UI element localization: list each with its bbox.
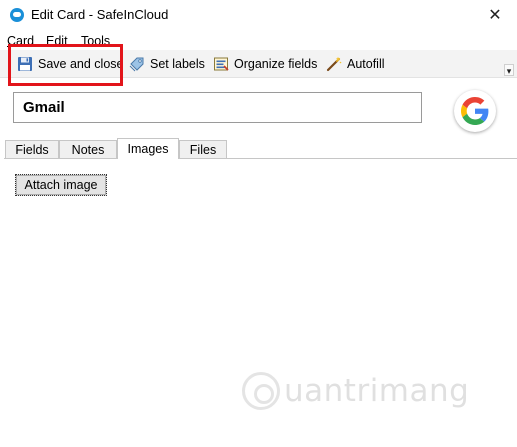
close-button[interactable]: ✕ (473, 0, 517, 30)
autofill-button[interactable]: Autofill (326, 53, 385, 75)
menu-tools[interactable]: Tools (81, 34, 110, 48)
title-bar: Edit Card - SafeInCloud ✕ (0, 0, 517, 30)
organize-fields-button[interactable]: Organize fields (213, 53, 317, 75)
watermark-logo-icon (242, 372, 280, 410)
tab-fields[interactable]: Fields (5, 140, 59, 158)
floppy-disk-icon (18, 57, 32, 71)
organize-icon (214, 57, 229, 71)
card-name-input[interactable] (13, 92, 422, 123)
organize-fields-label: Organize fields (234, 57, 318, 71)
set-labels-button[interactable]: Set labels (129, 53, 205, 75)
tag-icon (129, 57, 144, 72)
attach-image-button[interactable]: Attach image (15, 174, 107, 196)
card-logo-button[interactable] (454, 90, 496, 132)
tab-images[interactable]: Images (117, 138, 179, 159)
watermark-text: uantrimang (284, 373, 470, 409)
menu-card[interactable]: Card (7, 34, 34, 48)
save-and-close-button[interactable]: Save and close (17, 53, 123, 75)
autofill-label: Autofill (347, 57, 385, 71)
menu-edit[interactable]: Edit (46, 34, 68, 48)
save-and-close-label: Save and close (38, 57, 124, 71)
watermark: uantrimang (242, 372, 469, 410)
toolbar-overflow-button[interactable]: ▾ (504, 64, 514, 76)
set-labels-label: Set labels (150, 57, 205, 71)
safeincloud-icon (10, 8, 24, 22)
menu-bar: Card Edit Tools (0, 32, 517, 50)
tab-notes[interactable]: Notes (59, 140, 117, 158)
window-title: Edit Card - SafeInCloud (31, 7, 169, 22)
tab-files[interactable]: Files (179, 140, 227, 158)
google-logo-icon (461, 97, 489, 125)
magic-wand-icon (326, 56, 342, 72)
toolbar: Save and close Set labels Organize field… (0, 50, 517, 78)
